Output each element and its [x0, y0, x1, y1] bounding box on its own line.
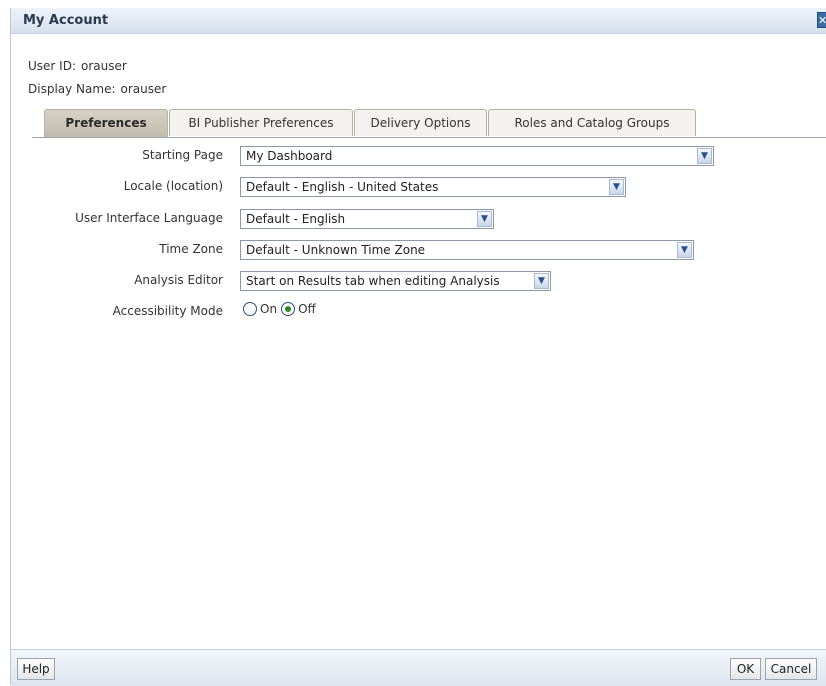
- chevron-down-icon: ▼: [677, 242, 692, 258]
- user-id-row: User ID: orauser: [28, 59, 127, 73]
- user-id-value: orauser: [81, 59, 127, 73]
- tab-preferences[interactable]: Preferences: [44, 109, 168, 137]
- locale-label: Locale (location): [123, 179, 223, 193]
- dialog-titlebar: My Account ✕: [11, 8, 826, 34]
- locale-select[interactable]: Default - English - United States ▼: [240, 177, 626, 197]
- chevron-down-icon: ▼: [697, 148, 712, 164]
- my-account-dialog: My Account ✕ User ID: orauser Display Nam…: [10, 8, 826, 686]
- accessibility-off-label: Off: [298, 301, 316, 316]
- help-button[interactable]: Help: [17, 658, 55, 680]
- tab-delivery-options[interactable]: Delivery Options: [354, 109, 487, 136]
- user-id-label: User ID:: [28, 59, 76, 73]
- tab-bi-publisher-preferences[interactable]: BI Publisher Preferences: [169, 109, 353, 136]
- chevron-down-icon: ▼: [609, 179, 624, 195]
- close-icon[interactable]: ✕: [817, 12, 826, 28]
- tab-bar: Preferences BI Publisher Preferences Del…: [32, 109, 826, 138]
- analysis-editor-value: Start on Results tab when editing Analys…: [246, 274, 500, 288]
- starting-page-value: My Dashboard: [246, 149, 333, 163]
- dialog-footer: Help OK Cancel: [11, 649, 826, 686]
- accessibility-off-radio[interactable]: [281, 301, 296, 316]
- analysis-editor-label: Analysis Editor: [134, 273, 223, 287]
- starting-page-select[interactable]: My Dashboard ▼: [240, 146, 714, 166]
- locale-value: Default - English - United States: [246, 180, 439, 194]
- accessibility-mode-label: Accessibility Mode: [112, 304, 223, 318]
- accessibility-mode-radio-group: On Off: [243, 301, 320, 321]
- ui-language-label: User Interface Language: [75, 211, 223, 225]
- tab-roles-and-catalog-groups[interactable]: Roles and Catalog Groups: [488, 109, 696, 136]
- ui-language-select[interactable]: Default - English ▼: [240, 209, 494, 229]
- starting-page-label: Starting Page: [142, 148, 223, 162]
- accessibility-on-label: On: [260, 301, 278, 316]
- display-name-label: Display Name:: [28, 82, 116, 96]
- ok-button[interactable]: OK: [730, 658, 761, 680]
- time-zone-value: Default - Unknown Time Zone: [246, 243, 426, 257]
- dialog-title: My Account: [23, 13, 109, 28]
- cancel-button[interactable]: Cancel: [765, 658, 817, 680]
- chevron-down-icon: ▼: [534, 273, 549, 289]
- accessibility-on-radio[interactable]: [243, 301, 257, 316]
- ui-language-value: Default - English: [246, 212, 346, 226]
- time-zone-label: Time Zone: [159, 242, 223, 256]
- chevron-down-icon: ▼: [477, 211, 492, 227]
- display-name-row: Display Name: orauser: [28, 82, 166, 96]
- analysis-editor-select[interactable]: Start on Results tab when editing Analys…: [240, 271, 551, 291]
- time-zone-select[interactable]: Default - Unknown Time Zone ▼: [240, 240, 694, 260]
- display-name-value: orauser: [120, 82, 167, 96]
